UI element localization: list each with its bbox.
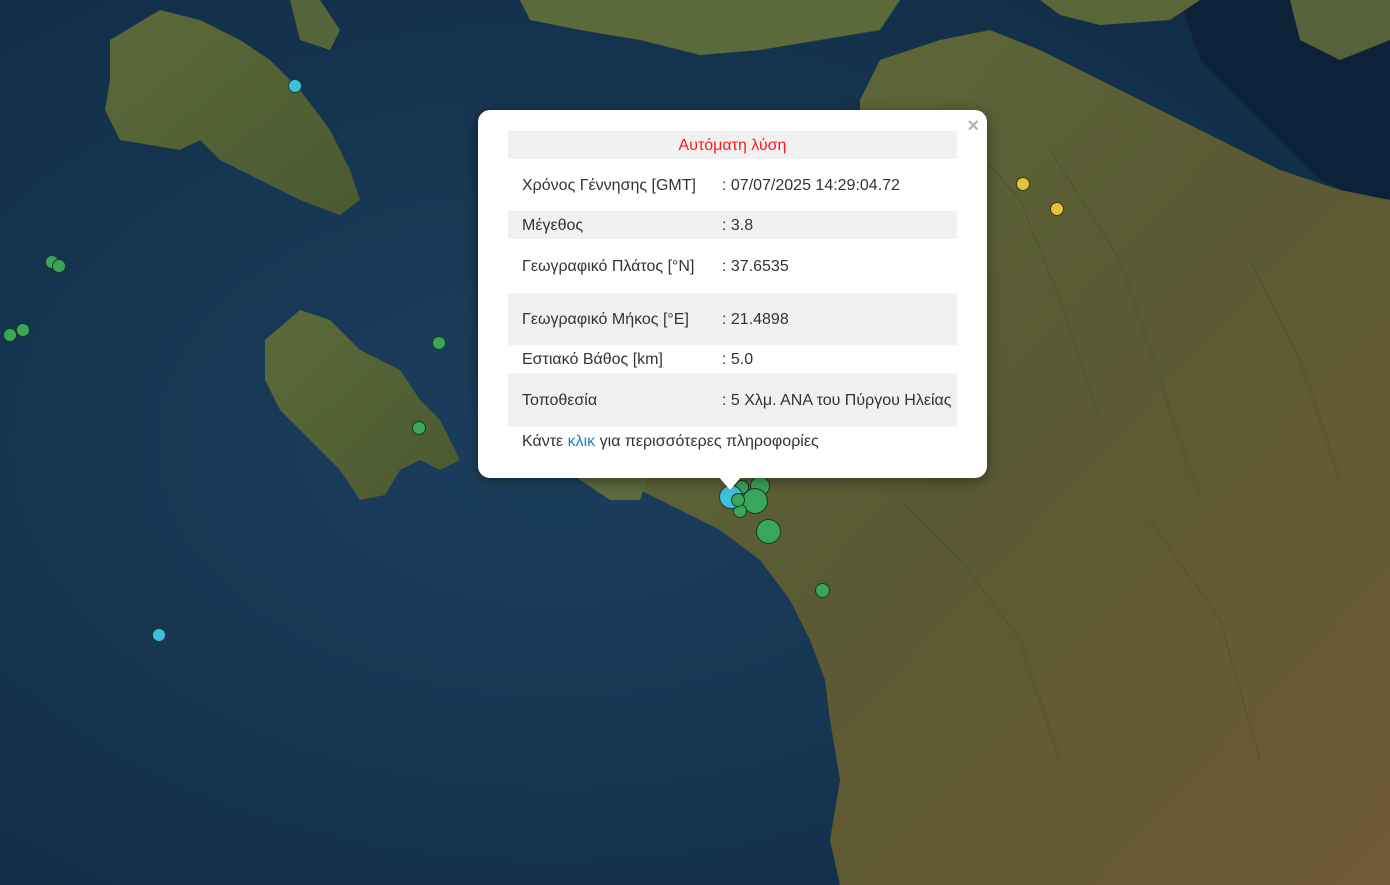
- table-row: Μέγεθος : 3.8: [508, 211, 957, 239]
- location-label: Τοποθεσία: [508, 373, 714, 427]
- table-row: Εστιακό Βάθος [km] : 5.0: [508, 345, 957, 373]
- more-info-link[interactable]: κλικ: [568, 433, 596, 450]
- longitude-value: : 21.4898: [714, 293, 957, 345]
- close-icon[interactable]: ×: [967, 114, 979, 138]
- earthquake-marker[interactable]: [731, 493, 745, 507]
- table-row: Τοποθεσία : 5 Χλμ. ΑΝΑ του Πύργου Ηλείας: [508, 373, 957, 427]
- magnitude-label: Μέγεθος: [508, 211, 714, 239]
- earthquake-marker[interactable]: [16, 323, 30, 337]
- earthquake-marker[interactable]: [412, 421, 426, 435]
- latitude-label: Γεωγραφικό Πλάτος [°N]: [508, 239, 714, 293]
- earthquake-marker[interactable]: [152, 628, 166, 642]
- more-info-row: Κάντε κλικ για περισσότερες πληροφορίες: [508, 427, 957, 454]
- table-row: Γεωγραφικό Μήκος [°E] : 21.4898: [508, 293, 957, 345]
- earthquake-marker[interactable]: [1016, 177, 1030, 191]
- earthquake-marker[interactable]: [432, 336, 446, 350]
- location-value: : 5 Χλμ. ΑΝΑ του Πύργου Ηλείας: [714, 373, 957, 427]
- popup-tip: [718, 476, 742, 490]
- origin-time-label: Χρόνος Γέννησης [GMT]: [508, 159, 714, 211]
- depth-label: Εστιακό Βάθος [km]: [508, 345, 714, 373]
- earthquake-marker[interactable]: [52, 259, 66, 273]
- earthquake-details-table: Αυτόματη λύση Χρόνος Γέννησης [GMT] : 07…: [508, 131, 957, 454]
- more-info-text: Κάντε κλικ για περισσότερες πληροφορίες: [508, 427, 957, 454]
- longitude-label: Γεωγραφικό Μήκος [°E]: [508, 293, 714, 345]
- earthquake-marker[interactable]: [288, 79, 302, 93]
- table-row: Γεωγραφικό Πλάτος [°N] : 37.6535: [508, 239, 957, 293]
- table-row: Χρόνος Γέννησης [GMT] : 07/07/2025 14:29…: [508, 159, 957, 211]
- origin-time-value: : 07/07/2025 14:29:04.72: [714, 159, 957, 211]
- more-info-suffix: για περισσότερες πληροφορίες: [595, 433, 819, 450]
- popup-header: Αυτόματη λύση: [508, 131, 957, 159]
- more-info-prefix: Κάντε: [522, 433, 568, 450]
- magnitude-value: : 3.8: [714, 211, 957, 239]
- earthquake-marker[interactable]: [756, 519, 781, 544]
- latitude-value: : 37.6535: [714, 239, 957, 293]
- popup-header-row: Αυτόματη λύση: [508, 131, 957, 159]
- earthquake-info-popup: × Αυτόματη λύση Χρόνος Γέννησης [GMT] : …: [478, 110, 987, 478]
- earthquake-marker[interactable]: [1050, 202, 1064, 216]
- map-view[interactable]: × Αυτόματη λύση Χρόνος Γέννησης [GMT] : …: [0, 0, 1390, 885]
- earthquake-marker[interactable]: [815, 583, 830, 598]
- depth-value: : 5.0: [714, 345, 957, 373]
- earthquake-marker[interactable]: [3, 328, 17, 342]
